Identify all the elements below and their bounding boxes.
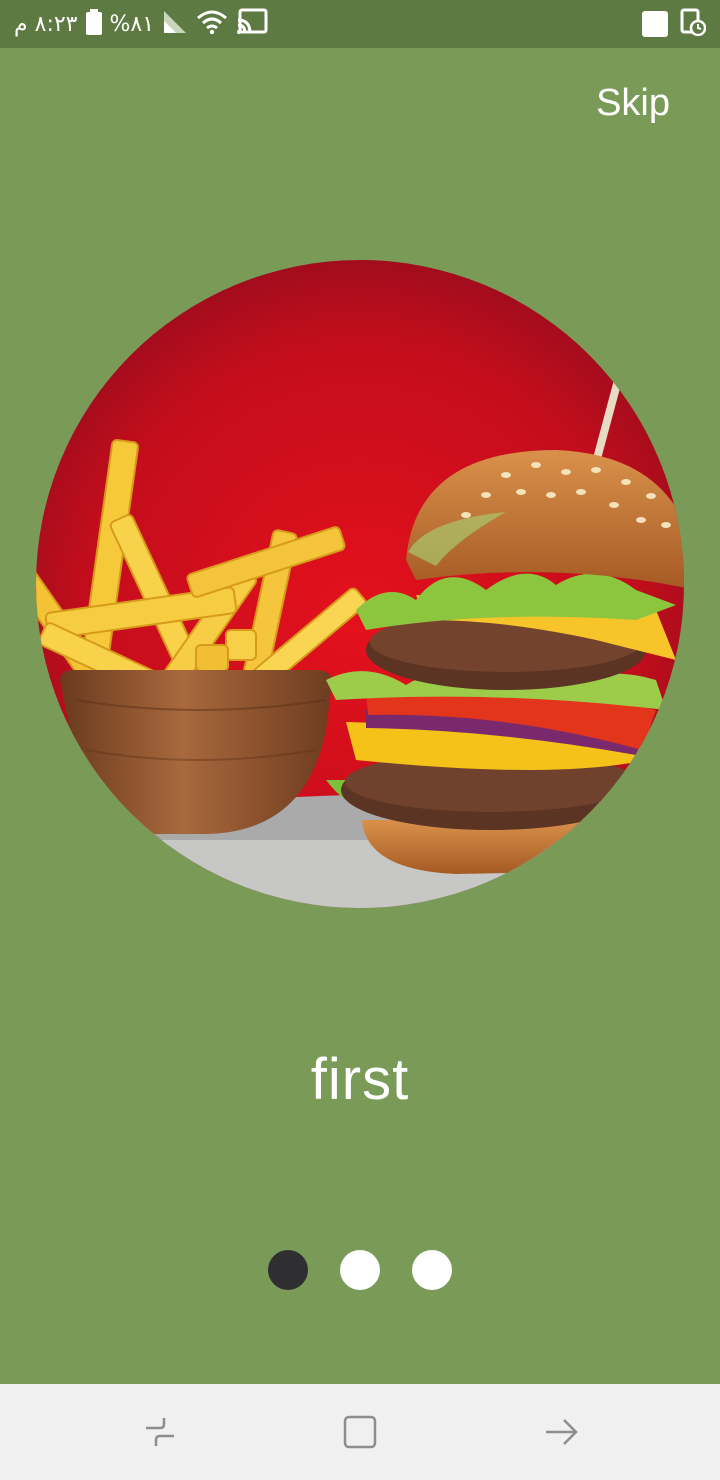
- status-left-group: ٨:٢٣ م %٨١: [14, 8, 268, 40]
- battery-icon: [85, 8, 102, 40]
- status-right-group: [642, 8, 707, 41]
- slide-title: first: [310, 1047, 410, 1112]
- page-dot-3[interactable]: [412, 1250, 452, 1290]
- page-indicator: [0, 1250, 720, 1290]
- screen-recorder-icon: [680, 8, 707, 41]
- recents-icon[interactable]: [140, 1412, 180, 1452]
- back-icon[interactable]: [542, 1412, 582, 1452]
- home-icon[interactable]: [340, 1412, 380, 1452]
- system-nav-bar: [0, 1384, 720, 1480]
- skip-button[interactable]: Skip: [596, 82, 670, 125]
- burger-and-fries-image: [36, 260, 684, 908]
- battery-percent: %٨١: [109, 11, 155, 37]
- signal-icon: [162, 9, 188, 40]
- cast-icon: [236, 8, 268, 41]
- status-time: ٨:٢٣ م: [14, 11, 78, 37]
- notification-square-icon: [642, 11, 668, 37]
- page-dot-1-active[interactable]: [268, 1250, 308, 1290]
- page-dot-2[interactable]: [340, 1250, 380, 1290]
- wifi-icon: [196, 9, 228, 40]
- status-bar: ٨:٢٣ م %٨١: [0, 0, 720, 48]
